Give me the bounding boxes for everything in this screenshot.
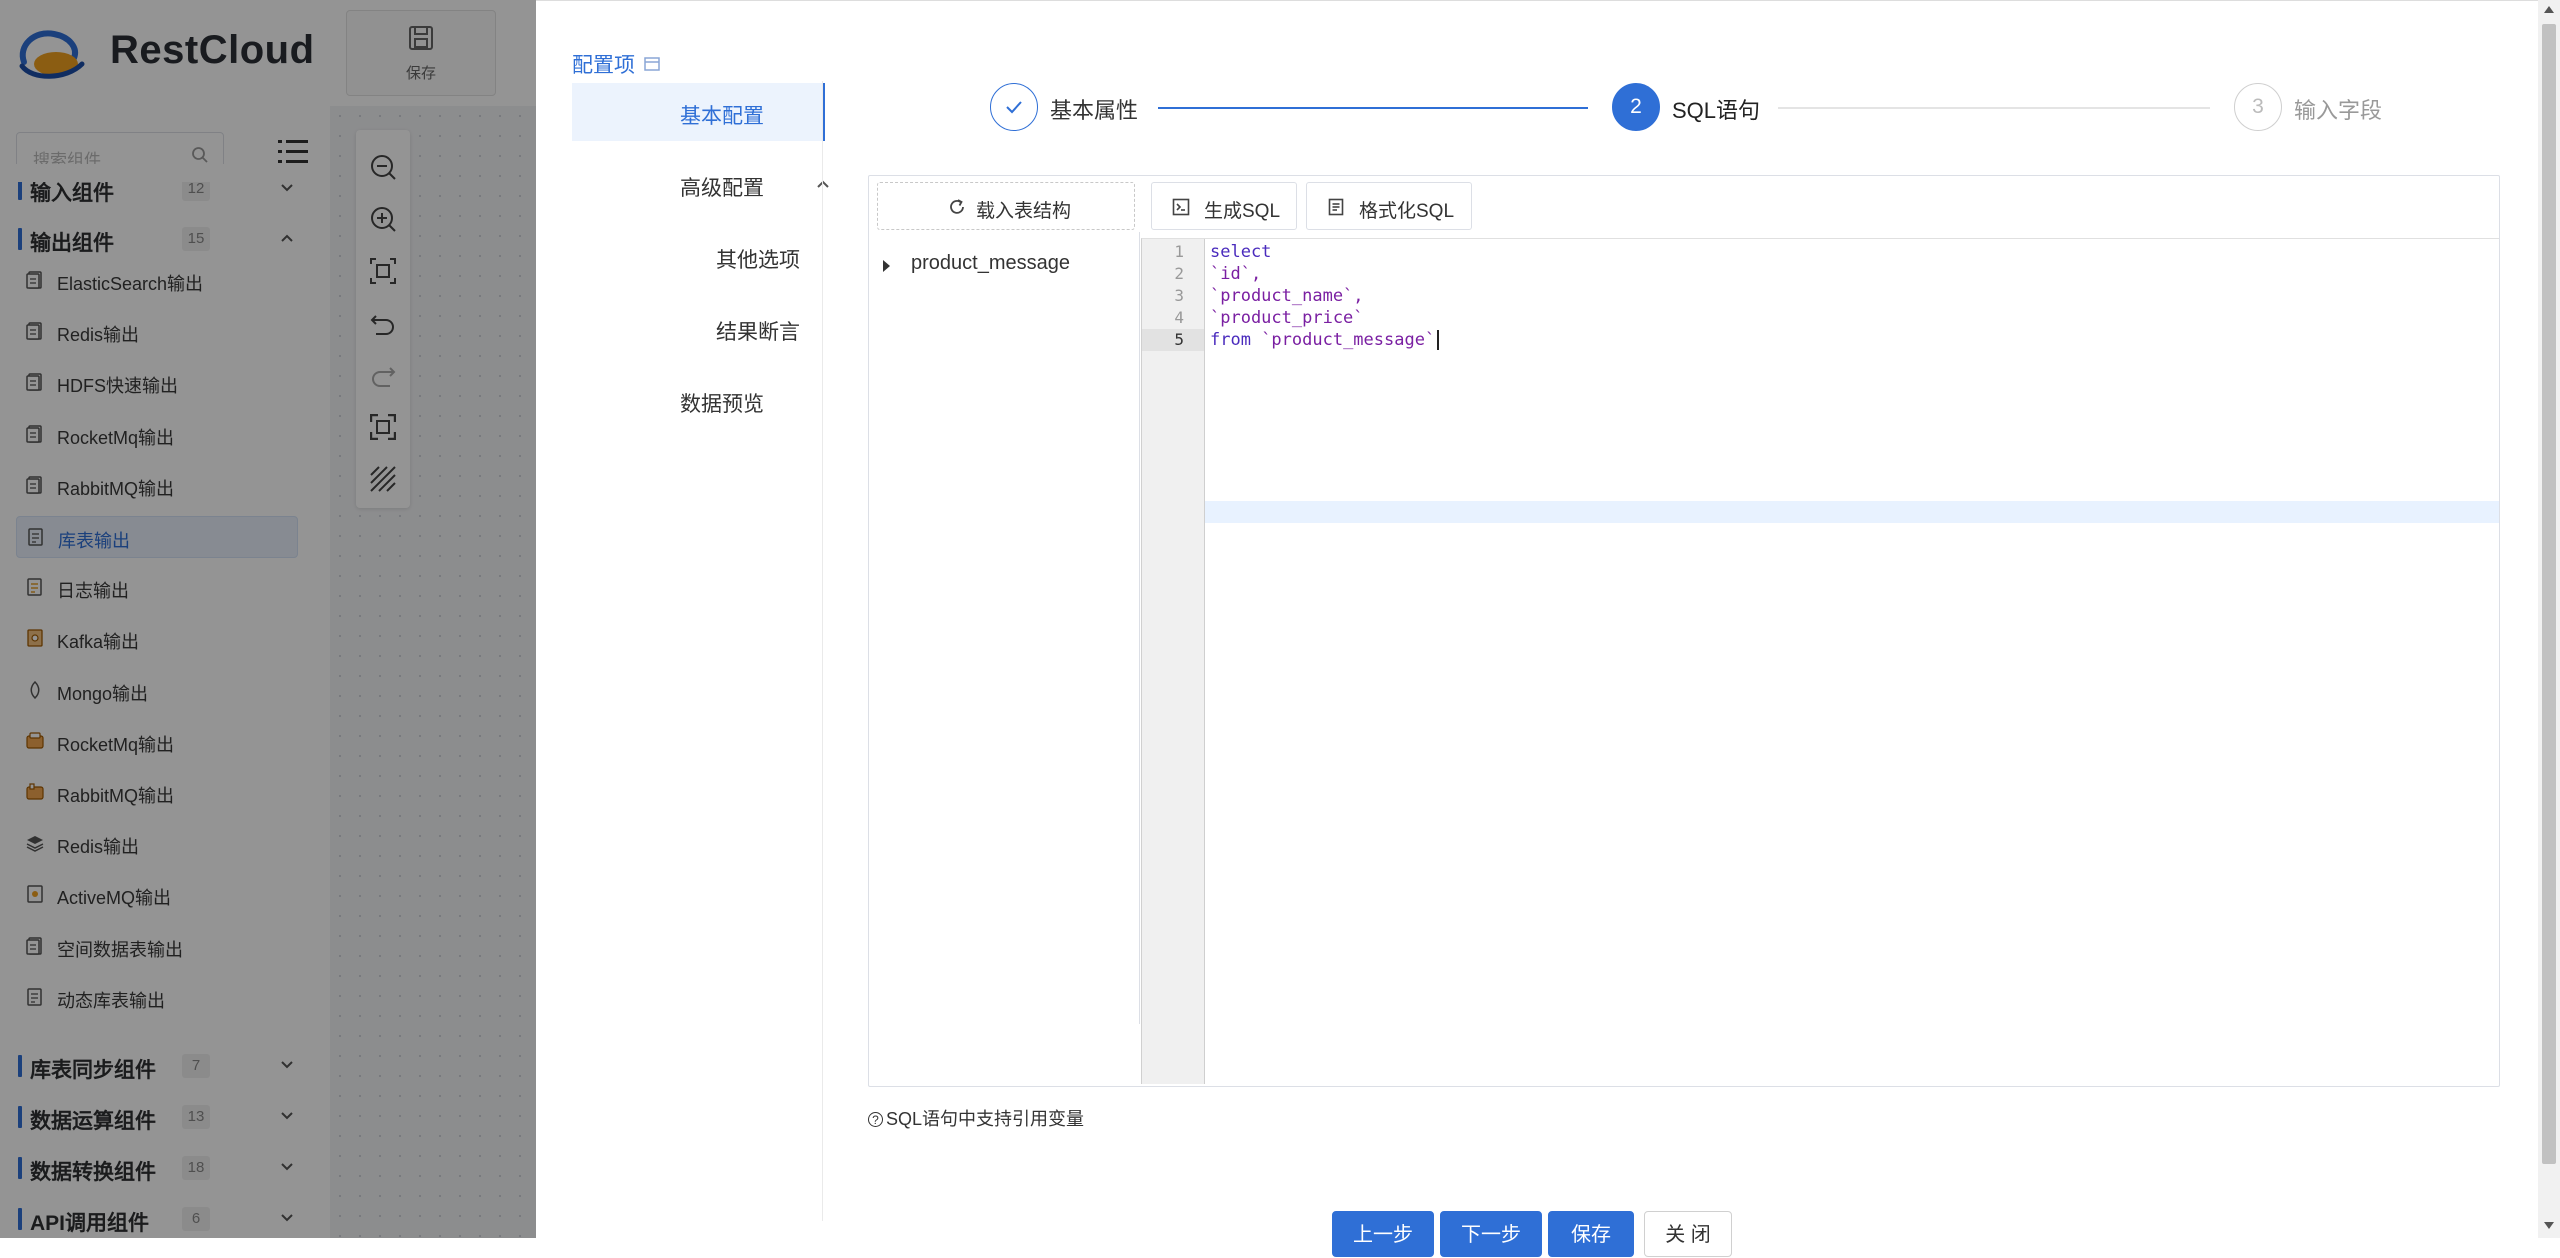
- tree-node-label: product_message: [911, 252, 1070, 274]
- button-label: 格式化SQL: [1359, 201, 1455, 222]
- caret-right-icon[interactable]: [883, 260, 890, 272]
- step-connector-done: [1158, 107, 1588, 109]
- step-connector-pending: [1778, 107, 2210, 109]
- generate-sql-button[interactable]: 生成SQL: [1151, 182, 1297, 230]
- nav-label: 数据预览: [680, 393, 764, 416]
- next-step-button[interactable]: 下一步: [1440, 1211, 1542, 1257]
- line-number: 4: [1174, 308, 1184, 327]
- step-1-label: 基本属性: [1050, 98, 1139, 123]
- line-number: 2: [1174, 264, 1184, 283]
- line-number: 5: [1142, 329, 1204, 351]
- nav-advanced-config[interactable]: 高级配置: [572, 155, 829, 213]
- scroll-up-arrow-icon[interactable]: [2544, 6, 2554, 13]
- nav-label: 高级配置: [680, 177, 764, 200]
- config-drawer: 配置项 基本配置 高级配置 其他选项 结果断言 数据预览 基本属性 2 SQL语…: [536, 0, 2560, 1257]
- code-line: `id`,: [1210, 264, 1262, 284]
- config-title: 配置项: [572, 54, 635, 77]
- nav-other-options[interactable]: 其他选项: [572, 227, 822, 285]
- hint-text: SQL语句中支持引用变量: [886, 1109, 1085, 1129]
- step-2-circle: 2: [1612, 83, 1660, 131]
- nav-label: 基本配置: [680, 105, 764, 128]
- window-icon[interactable]: [644, 57, 660, 71]
- load-table-structure-button[interactable]: 载入表结构: [877, 182, 1135, 230]
- scrollbar-thumb[interactable]: [2542, 24, 2556, 1164]
- code-line: from `product_message`: [1210, 330, 1436, 350]
- prev-step-button[interactable]: 上一步: [1332, 1211, 1434, 1257]
- sql-panel: 载入表结构 生成SQL 格式化SQL product_message 1 2 3 4 5…: [868, 175, 2500, 1087]
- refresh-icon: [950, 199, 964, 214]
- nav-basic-config[interactable]: 基本配置: [572, 83, 825, 141]
- button-label: 生成SQL: [1204, 201, 1281, 222]
- format-icon: [1328, 198, 1344, 216]
- tree-divider: [1139, 232, 1140, 1024]
- active-line-highlight: [1205, 501, 2499, 523]
- sql-variable-hint: ? SQL语句中支持引用变量: [868, 1105, 1084, 1131]
- code-line: select: [1210, 242, 1272, 262]
- format-sql-button[interactable]: 格式化SQL: [1306, 182, 1472, 230]
- line-number: 1: [1174, 242, 1184, 261]
- nav-result-assertion[interactable]: 结果断言: [572, 299, 822, 357]
- modal-overlay[interactable]: [0, 0, 536, 1238]
- step-3-circle: 3: [2234, 83, 2282, 131]
- page-scrollbar[interactable]: [2538, 0, 2560, 1238]
- step-1-circle: [990, 83, 1038, 131]
- scroll-down-arrow-icon[interactable]: [2544, 1222, 2554, 1229]
- chevron-up-icon: [817, 180, 829, 188]
- code-line: `product_name`,: [1210, 286, 1364, 306]
- question-circle-icon: ?: [868, 1112, 883, 1127]
- sql-code-editor[interactable]: 1 2 3 4 5 select `id`, `product_name`, `product…: [1141, 238, 2499, 1084]
- step-2-label: SQL语句: [1672, 98, 1761, 123]
- check-icon: [1006, 101, 1022, 114]
- button-label: 载入表结构: [976, 201, 1072, 222]
- line-number: 3: [1174, 286, 1184, 305]
- step-3-label: 输入字段: [2294, 98, 2383, 123]
- nav-divider: [822, 81, 823, 1221]
- close-button[interactable]: 关 闭: [1644, 1211, 1732, 1257]
- terminal-icon: [1172, 198, 1190, 216]
- nav-label: 其他选项: [716, 249, 800, 272]
- code-line: `product_price`: [1210, 308, 1364, 328]
- text-cursor: [1437, 330, 1439, 350]
- save-button[interactable]: 保存: [1548, 1211, 1634, 1257]
- nav-data-preview[interactable]: 数据预览: [572, 371, 822, 429]
- nav-label: 结果断言: [716, 321, 800, 344]
- editor-gutter: 1 2 3 4 5: [1142, 239, 1205, 1084]
